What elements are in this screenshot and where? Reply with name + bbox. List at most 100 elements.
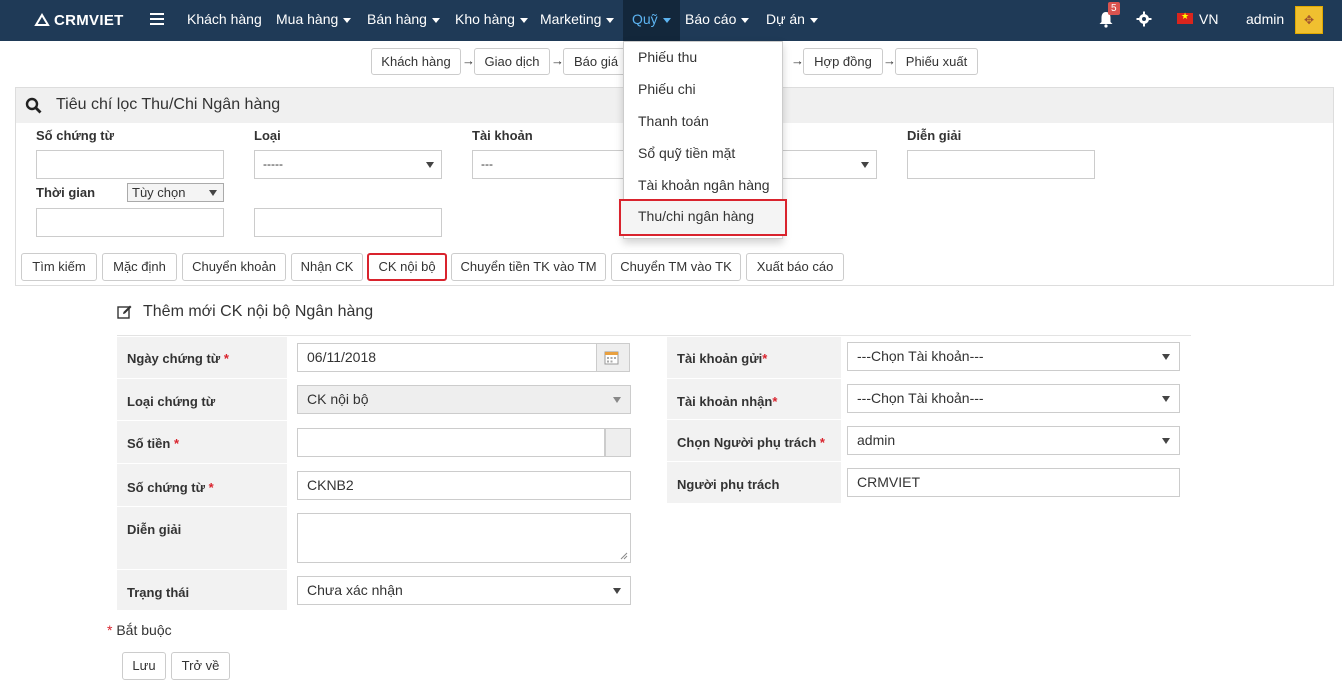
label-text: Người phụ trách [677,477,780,492]
internal-transfer-button[interactable]: CK nội bộ [367,253,447,281]
caret-down-icon [1162,354,1170,360]
filter-to-date-input[interactable] [254,208,442,237]
nav-ban-hang[interactable]: Bán hàng [367,0,440,41]
nav-label: Bán hàng [367,11,427,27]
caret-down-icon [426,162,434,168]
label-text: Trạng thái [127,585,190,600]
trang-thai-select[interactable]: Chưa xác nhận [297,576,631,605]
tai-khoan-gui-select[interactable]: ---Chọn Tài khoản--- [847,342,1180,371]
select-value: Tùy chọn [132,185,186,200]
field-value: 06/11/2018 [307,349,377,365]
nav-bao-cao[interactable]: Báo cáo [685,0,750,41]
nav-label: Khách hàng [187,11,262,27]
form-title: Thêm mới CK nội bộ Ngân hàng [143,303,374,320]
calendar-icon [604,351,619,365]
label-text: Tài khoản gửi [677,351,763,366]
search-button[interactable]: Tìm kiếm [21,253,97,281]
flow-phieu-xuat[interactable]: Phiếu xuất [895,48,978,75]
caret-down-icon [809,17,818,23]
cash-to-bank-button[interactable]: Chuyển TM vào TK [611,253,741,281]
label-chon-nguoi-phu-trach: Chọn Người phụ trách * [667,420,841,462]
label-dien-giai: Diễn giải [907,128,962,143]
required-note: * Bắt buộc [107,622,172,638]
cloud-logo-icon [34,13,50,26]
save-button[interactable]: Lưu [122,652,166,680]
vietnam-flag-icon[interactable] [1177,11,1193,24]
ngay-chung-tu-input[interactable]: 06/11/2018 [297,343,597,372]
language-selector[interactable]: VN [1199,11,1218,27]
nguoi-phu-trach-input[interactable]: CRMVIET [847,468,1180,497]
dien-giai-textarea[interactable] [297,513,631,563]
menu-item-label: Thu/chi ngân hàng [638,208,754,224]
caret-down-icon [662,17,671,23]
required-note-text: Bắt buộc [116,622,172,638]
so-tien-addon [605,428,631,457]
caret-down-icon [613,588,621,594]
label-dien-giai: Diễn giải [117,507,287,570]
so-chung-tu-input[interactable]: CKNB2 [297,471,631,500]
nav-mua-hang[interactable]: Mua hàng [276,0,352,41]
tai-khoan-nhan-select[interactable]: ---Chọn Tài khoản--- [847,384,1180,413]
caret-down-icon [209,190,217,196]
nav-khach-hang[interactable]: Khách hàng [187,0,262,41]
menu-item-thu-chi-ngan-hang[interactable]: Thu/chi ngân hàng [619,199,787,236]
default-button[interactable]: Mặc định [102,253,177,281]
notification-badge: 5 [1108,2,1120,15]
filter-loai-select[interactable]: ----- [254,150,442,179]
menu-item-phieu-chi[interactable]: Phiếu chi [638,81,696,97]
export-report-button[interactable]: Xuất báo cáo [746,253,844,281]
nav-label: Kho hàng [455,11,515,27]
hamburger-menu-icon[interactable] [150,13,164,25]
select-value: --- [481,157,493,171]
caret-down-icon [343,17,352,23]
nav-marketing[interactable]: Marketing [540,0,615,41]
nav-label: Marketing [540,11,602,27]
resize-grip-icon[interactable] [620,552,628,560]
label-so-chung-tu: Số chứng từ * [117,464,287,507]
required-mark: * [223,351,229,366]
back-button[interactable]: Trở về [171,652,230,680]
calendar-button[interactable] [596,343,630,372]
label-tai-khoan-gui: Tài khoản gửi* [667,337,841,379]
flow-khach-hang[interactable]: Khách hàng [371,48,461,75]
brand-logo[interactable]: CRMVIET [34,10,124,30]
flow-hop-dong[interactable]: Hợp đồng [803,48,883,75]
avatar[interactable]: ✥ [1295,6,1323,34]
menu-item-tai-khoan-ngan-hang[interactable]: Tài khoản ngân hàng [638,177,770,193]
menu-item-thanh-toan[interactable]: Thanh toán [638,113,709,129]
label-text: Diễn giải [127,522,182,537]
nav-kho-hang[interactable]: Kho hàng [455,0,528,41]
field-value: CKNB2 [307,477,354,493]
label-text: Tài khoản nhận [677,394,773,409]
transfer-button[interactable]: Chuyển khoản [182,253,286,281]
nav-label: Báo cáo [685,11,737,27]
label-so-chung-tu: Số chứng từ [36,128,115,143]
required-mark: * [208,480,214,495]
gear-icon[interactable] [1136,11,1152,27]
thoi-gian-select[interactable]: Tùy chọn [127,183,224,202]
so-tien-input[interactable] [297,428,605,457]
filter-so-chung-tu-input[interactable] [36,150,224,179]
label-so-tien: Số tiền * [117,421,287,464]
filter-dien-giai-input[interactable] [907,150,1095,179]
bank-to-cash-button[interactable]: Chuyển tiền TK vào TM [451,253,606,281]
divider [117,335,1191,336]
flow-giao-dich[interactable]: Giao dịch [474,48,550,75]
nguoi-phu-trach-select[interactable]: admin [847,426,1180,455]
nav-du-an[interactable]: Dự án [766,0,818,41]
receive-transfer-button[interactable]: Nhận CK [291,253,363,281]
username[interactable]: admin [1246,11,1284,27]
field-value: ---Chọn Tài khoản--- [857,348,984,364]
brand-name: CRMVIET [54,11,124,29]
caret-down-icon [741,17,750,23]
caret-down-icon [606,17,615,23]
menu-item-phieu-thu[interactable]: Phiếu thu [638,49,697,65]
filter-from-date-input[interactable] [36,208,224,237]
field-value: CRMVIET [857,474,920,490]
flow-bao-gia[interactable]: Báo giá [563,48,629,75]
caret-down-icon [431,17,440,23]
label-loai-chung-tu: Loại chứng từ [117,379,287,421]
nav-quy[interactable]: Quỹ [623,0,680,41]
nav-label: Quỹ [632,11,658,27]
menu-item-so-quy-tien-mat[interactable]: Sổ quỹ tiền mặt [638,145,735,161]
